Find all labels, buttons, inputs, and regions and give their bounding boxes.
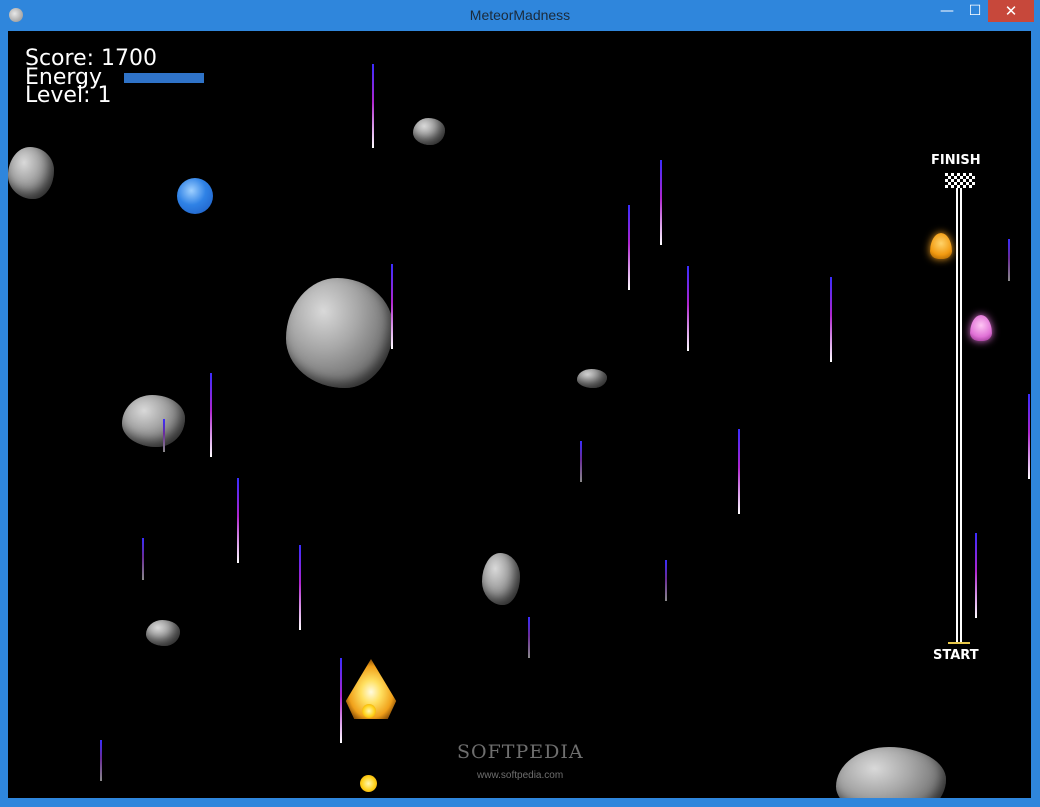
window-title: MeteorMadness <box>469 7 571 23</box>
softpedia-url: www.softpedia.com <box>477 770 564 781</box>
laser-streak <box>391 264 393 349</box>
checkered-flag-icon <box>945 173 975 188</box>
laser-streak <box>830 277 832 362</box>
laser-streak <box>528 617 530 658</box>
laser-streak <box>210 373 212 457</box>
laser-streak <box>100 740 102 781</box>
game-window: MeteorMadness — ☐ ✕ Score: 1700 Energy L… <box>0 0 1040 807</box>
level-display: Level: 1 <box>25 83 112 108</box>
meteor <box>122 395 185 447</box>
laser-streak <box>580 441 582 482</box>
laser-streak <box>1008 239 1010 281</box>
meteor <box>286 278 393 388</box>
laser-streak <box>142 538 144 580</box>
minimize-button[interactable]: — <box>932 0 962 22</box>
laser-streak <box>163 419 165 452</box>
energy-orb <box>177 178 213 214</box>
bullet <box>362 704 376 718</box>
opponent-ship-orange <box>930 233 952 259</box>
meteor <box>836 747 946 798</box>
bullet <box>360 775 377 792</box>
laser-streak <box>1028 394 1030 479</box>
laser-streak <box>628 205 630 290</box>
softpedia-watermark: SOFTPEDIA <box>457 741 584 763</box>
laser-streak <box>687 266 689 351</box>
energy-bar <box>124 73 204 83</box>
meteor <box>482 553 520 605</box>
laser-streak <box>340 658 342 743</box>
opponent-ship-pink <box>970 315 992 341</box>
laser-streak <box>372 64 374 148</box>
meteor <box>577 369 607 388</box>
laser-streak <box>660 160 662 245</box>
progress-track <box>956 188 962 644</box>
maximize-button[interactable]: ☐ <box>962 0 988 22</box>
close-button[interactable]: ✕ <box>988 0 1034 22</box>
finish-label: FINISH <box>931 153 981 168</box>
start-marker <box>948 642 970 644</box>
laser-streak <box>738 429 740 514</box>
meteor <box>413 118 445 145</box>
game-canvas[interactable]: Score: 1700 Energy Level: 1 FINISH START… <box>8 31 1031 798</box>
laser-streak <box>975 533 977 618</box>
start-label: START <box>933 648 979 663</box>
laser-streak <box>299 545 301 630</box>
laser-streak <box>237 478 239 563</box>
meteor <box>146 620 180 646</box>
title-bar[interactable]: MeteorMadness — ☐ ✕ <box>0 0 1040 31</box>
laser-streak <box>665 560 667 601</box>
meteor <box>8 147 54 199</box>
